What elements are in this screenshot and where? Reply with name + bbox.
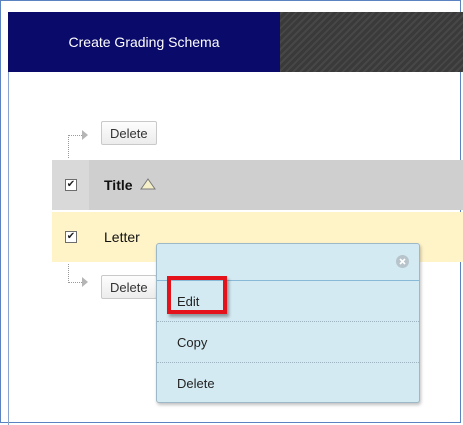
close-icon[interactable]: [396, 255, 409, 268]
menu-item-edit[interactable]: Edit: [157, 281, 419, 322]
row-checkbox[interactable]: ✔: [65, 231, 77, 243]
context-menu-header: [157, 244, 419, 281]
row-title-link[interactable]: Letter: [104, 229, 140, 245]
menu-item-delete[interactable]: Delete: [157, 363, 419, 404]
content-border: [8, 72, 9, 425]
bottom-action-connector: [68, 264, 82, 283]
bottom-action-arrow-icon: [82, 277, 88, 287]
sort-ascending-icon[interactable]: [140, 178, 156, 190]
bottom-delete-button[interactable]: Delete: [101, 275, 157, 299]
title-column-header[interactable]: Title: [104, 177, 133, 193]
context-menu: Edit Copy Delete: [156, 243, 420, 403]
create-grading-schema-button[interactable]: Create Grading Schema: [8, 12, 280, 72]
menu-item-copy[interactable]: Copy: [157, 322, 419, 363]
top-delete-button[interactable]: Delete: [101, 121, 157, 145]
top-action-arrow-icon: [82, 130, 88, 140]
select-all-checkbox[interactable]: ✔: [65, 179, 77, 191]
top-action-connector: [68, 135, 82, 158]
